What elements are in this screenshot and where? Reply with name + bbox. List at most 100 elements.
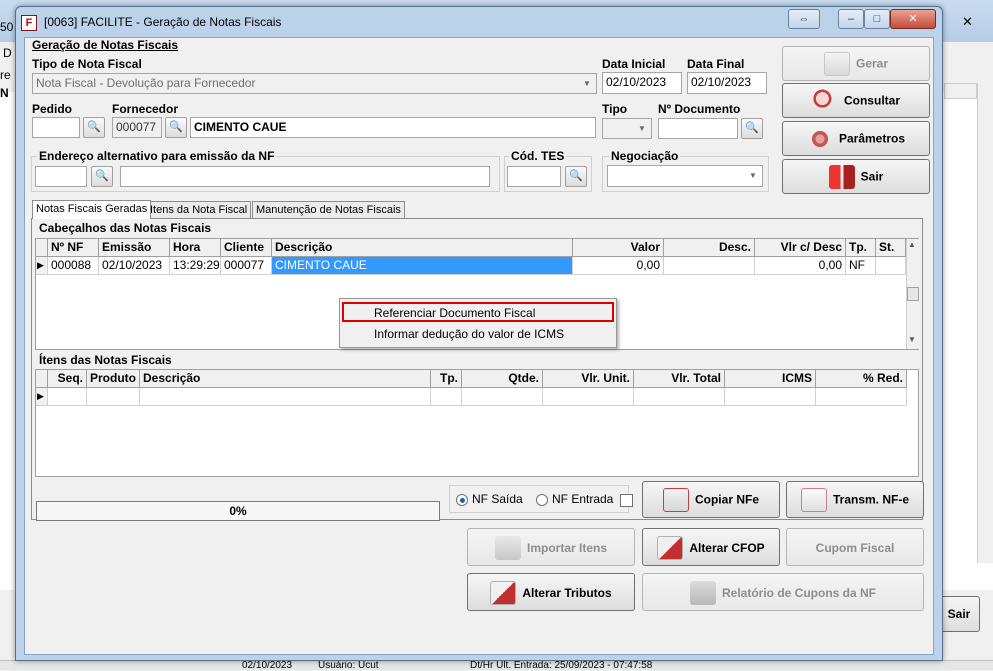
parametros-button[interactable]: Parâmetros [782, 121, 930, 156]
importar-itens-label: Importar Itens [526, 540, 607, 555]
column-header[interactable]: Emissão [99, 239, 170, 257]
menu-item-referenciar[interactable]: Referenciar Documento Fiscal [342, 302, 614, 322]
cell-descricao[interactable]: CIMENTO CAUE [272, 257, 573, 275]
copiar-nfe-button[interactable]: Copiar NFe [642, 481, 780, 518]
column-header[interactable]: ICMS [725, 370, 816, 388]
cell-vlr-total[interactable] [634, 388, 725, 406]
column-header[interactable]: Desc. [664, 239, 755, 257]
cell-desc[interactable] [664, 257, 755, 275]
column-header[interactable]: Produto [87, 370, 140, 388]
tab-itens-nota-fiscal[interactable]: Itens da Nota Fiscal [146, 201, 252, 219]
endereco-field[interactable] [120, 166, 490, 187]
cell-emissao[interactable]: 02/10/2023 [99, 257, 170, 275]
alterar-tributos-button[interactable]: Alterar Tributos [467, 573, 635, 611]
cell-tp[interactable] [431, 388, 462, 406]
cell-produto[interactable] [87, 388, 140, 406]
cod-tes-field[interactable] [507, 166, 561, 187]
negociacao-combo[interactable]: ▼ [607, 165, 763, 187]
fornecedor-name-field[interactable]: CIMENTO CAUE [190, 117, 596, 138]
column-header[interactable]: Hora [170, 239, 221, 257]
column-header[interactable]: Qtde. [462, 370, 543, 388]
n-documento-field[interactable] [658, 118, 738, 139]
cell-valor[interactable]: 0,00 [573, 257, 664, 275]
column-header[interactable]: Cliente [221, 239, 272, 257]
nf-type-group: NF Saída NF Entrada [449, 485, 629, 513]
data-inicial-field[interactable]: 02/10/2023 [602, 72, 682, 94]
column-header[interactable]: Descrição [140, 370, 431, 388]
cell-nf[interactable]: 000088 [48, 257, 99, 275]
nf-entrada-radio[interactable] [536, 494, 548, 506]
cell-seq[interactable] [48, 388, 87, 406]
tipo-nota-combo[interactable]: Nota Fiscal - Devolução para Fornecedor … [32, 73, 597, 94]
column-header[interactable]: St. [876, 239, 906, 257]
cell-cliente[interactable]: 000077 [221, 257, 272, 275]
cell-qtde[interactable] [462, 388, 543, 406]
background-scrollbar[interactable] [977, 83, 993, 563]
column-header[interactable]: Vlr. Total [634, 370, 725, 388]
endereco-code-field[interactable] [35, 166, 87, 187]
tab-manutencao-notas[interactable]: Manutenção de Notas Fiscais [252, 201, 405, 219]
minimize-icon[interactable]: – [838, 9, 864, 29]
alterar-cfop-button[interactable]: Alterar CFOP [642, 528, 780, 566]
tipo-combo[interactable]: ▼ [602, 118, 652, 139]
column-header[interactable]: Seq. [48, 370, 87, 388]
nf-entrada-label[interactable]: NF Entrada [552, 492, 613, 506]
binoculars-icon[interactable]: 🔍 [741, 118, 763, 139]
scroll-thumb[interactable] [907, 287, 919, 301]
cell-hora[interactable]: 13:29:29 [170, 257, 221, 275]
maximize-icon[interactable]: □ [864, 9, 890, 29]
column-header[interactable]: Descrição [272, 239, 573, 257]
cell-tp[interactable]: NF [846, 257, 876, 275]
chevron-down-icon[interactable]: ▼ [746, 166, 760, 185]
column-header[interactable]: Vlr. Unit. [543, 370, 634, 388]
transm-nfe-button[interactable]: Transm. NF-e [786, 481, 924, 518]
sair-button[interactable]: Sair [782, 159, 930, 194]
column-header[interactable]: Tp. [431, 370, 462, 388]
column-header[interactable]: Valor [573, 239, 664, 257]
close-icon[interactable]: ✕ [890, 9, 936, 29]
column-header[interactable]: Tp. [846, 239, 876, 257]
data-final-field[interactable]: 02/10/2023 [687, 72, 767, 94]
cell-st[interactable] [876, 257, 906, 275]
fornecedor-code-field[interactable]: 000077 [112, 117, 162, 138]
cell-vlr-unit[interactable] [543, 388, 634, 406]
cell-vlr-desc[interactable]: 0,00 [755, 257, 846, 275]
nf-saida-label[interactable]: NF Saída [472, 492, 523, 506]
background-sair-button[interactable]: Sair [938, 596, 980, 632]
vertical-scrollbar[interactable]: ▲ ▼ [906, 239, 919, 349]
checkbox[interactable] [620, 494, 633, 507]
pedido-field[interactable] [32, 117, 80, 138]
cupom-fiscal-button[interactable]: Cupom Fiscal [786, 528, 924, 566]
background-close-icon[interactable]: ✕ [962, 14, 973, 30]
importar-itens-button[interactable]: Importar Itens [467, 528, 635, 566]
transm-nfe-label: Transm. NF-e [832, 492, 910, 507]
scroll-up-icon[interactable]: ▲ [908, 240, 916, 249]
column-header[interactable]: Nº NF [48, 239, 99, 257]
binoculars-icon[interactable]: 🔍 [565, 166, 587, 187]
table-row[interactable]: ▶ 000088 02/10/2023 13:29:29 000077 CIME… [36, 257, 906, 275]
magnifier-icon [811, 88, 838, 113]
sair-label: Sair [860, 169, 884, 184]
chevron-down-icon[interactable]: ▼ [635, 119, 649, 138]
tab-notas-fiscais-geradas[interactable]: Notas Fiscais Geradas [32, 200, 152, 219]
binoculars-icon[interactable]: 🔍 [91, 166, 113, 187]
scroll-down-icon[interactable]: ▼ [908, 335, 916, 344]
background-status-bar: 02/10/2023 Usuário: Ucut Dt/Hr Ult. Entr… [0, 660, 993, 671]
column-header[interactable]: Vlr c/ Desc [755, 239, 846, 257]
table-row[interactable]: ▶ [36, 388, 907, 406]
download-arrow-icon [494, 535, 521, 560]
consultar-button[interactable]: Consultar [782, 83, 930, 118]
relatorio-cupons-button[interactable]: Relatório de Cupons da NF [642, 573, 924, 611]
menu-item-informar-deducao[interactable]: Informar dedução do valor de ICMS [342, 325, 614, 345]
cell-descricao[interactable] [140, 388, 431, 406]
gerar-button[interactable]: Gerar [782, 46, 930, 81]
chevron-down-icon[interactable]: ▼ [580, 74, 594, 93]
nf-saida-radio[interactable] [456, 494, 468, 506]
cell-red[interactable] [816, 388, 907, 406]
binoculars-icon[interactable]: 🔍 [165, 117, 187, 138]
binoculars-icon[interactable]: 🔍 [83, 117, 105, 138]
column-header[interactable]: % Red. [816, 370, 907, 388]
restore-arrows-icon[interactable]: ⇔ [788, 9, 820, 29]
cell-icms[interactable] [725, 388, 816, 406]
itens-grid: Seq. Produto Descrição Tp. Qtde. Vlr. Un… [35, 369, 919, 477]
